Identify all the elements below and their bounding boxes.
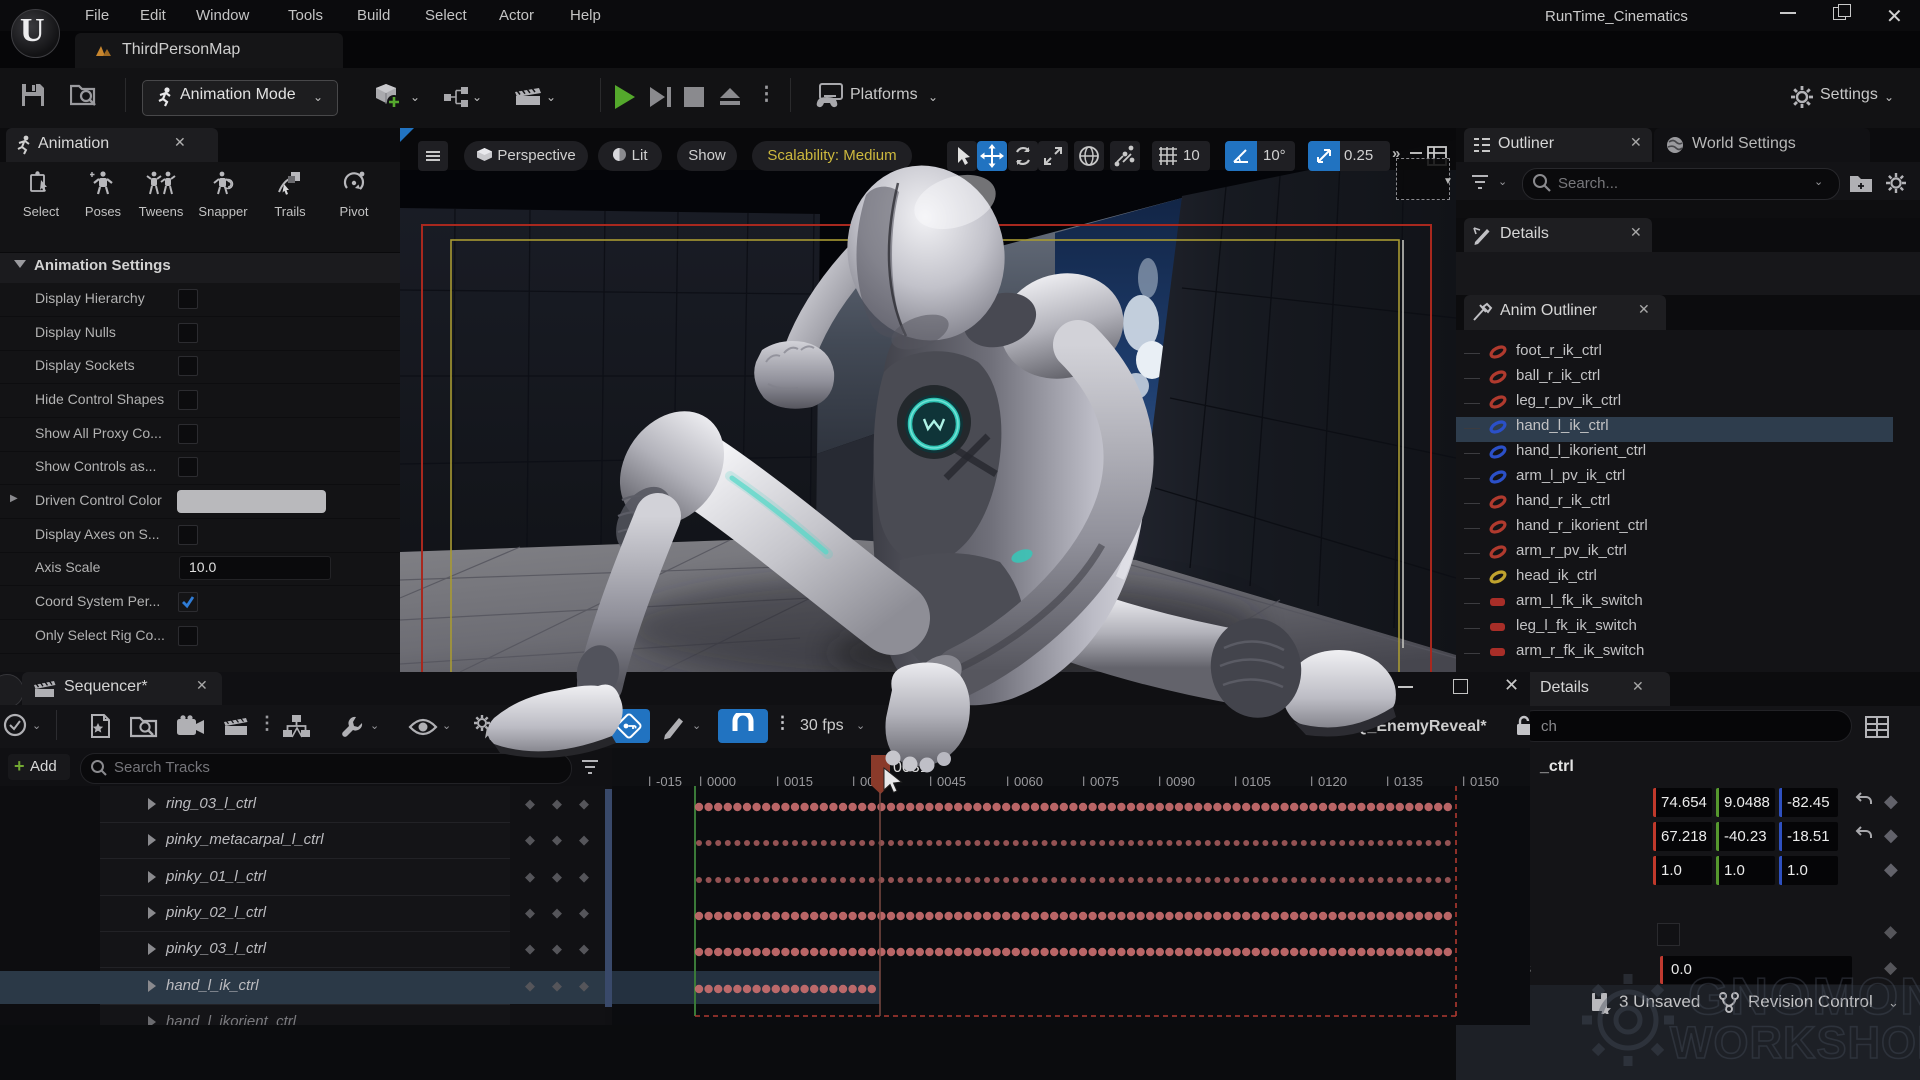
svg-text:WORKSHOP: WORKSHOP (1670, 1017, 1920, 1068)
svg-text:0031: 0031 (893, 759, 929, 776)
